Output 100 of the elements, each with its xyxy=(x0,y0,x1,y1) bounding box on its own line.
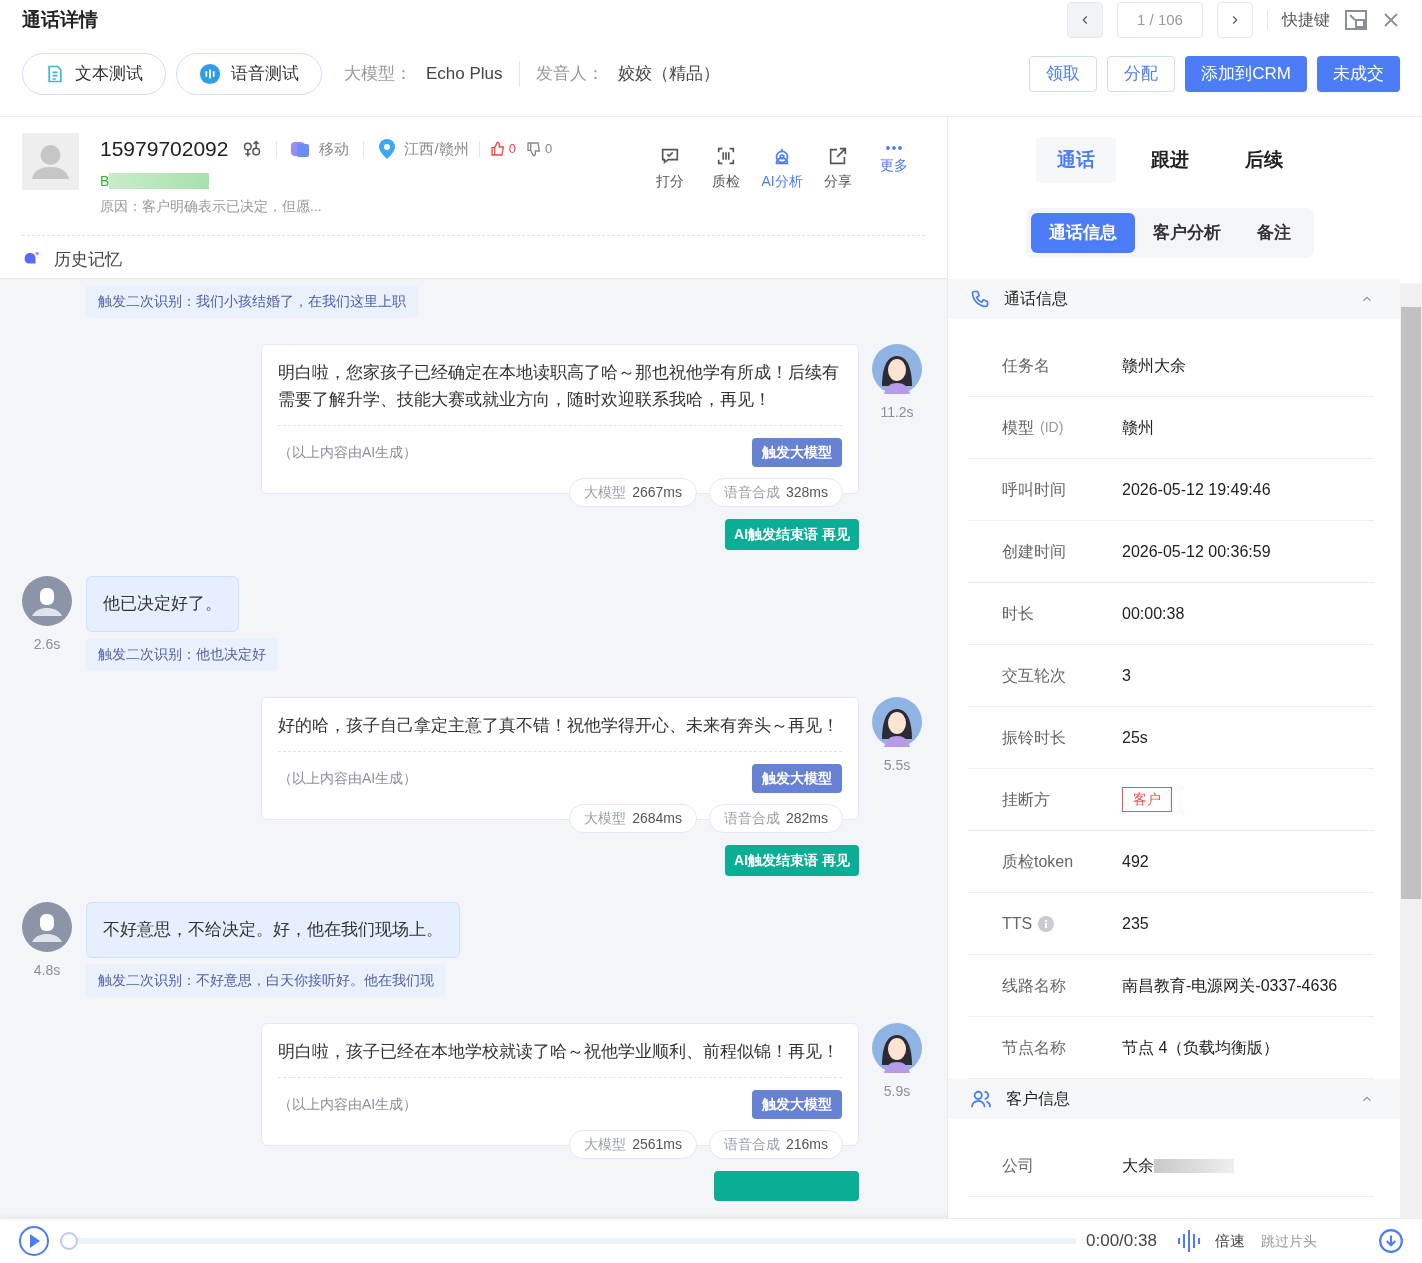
latency-value: 2684ms xyxy=(632,809,682,828)
close-icon[interactable] xyxy=(1382,11,1400,29)
progress-handle[interactable] xyxy=(60,1232,78,1250)
user-message-bubble: 他已决定好了。 xyxy=(86,576,239,632)
play-icon[interactable] xyxy=(18,1225,50,1257)
page-counter: 1 / 106 xyxy=(1117,2,1203,38)
scrollbar[interactable] xyxy=(1400,283,1422,1218)
segment-tab[interactable]: 通话信息 xyxy=(1031,213,1135,253)
segment-tab[interactable]: 备注 xyxy=(1239,213,1309,253)
window-resize-icon[interactable] xyxy=(1344,9,1368,31)
contact-avatar-icon xyxy=(22,133,79,190)
ai-generated-note: （以上内容由AI生成） xyxy=(278,1095,418,1114)
toolbar-button[interactable]: AI分析 xyxy=(761,145,803,217)
field-label: 质检token xyxy=(1002,851,1074,872)
field-value: 赣州 xyxy=(1122,417,1154,438)
thumbs-down-icon[interactable] xyxy=(525,140,542,157)
toolbar-button[interactable]: 打分 xyxy=(649,145,691,217)
user-avatar-icon xyxy=(22,576,72,626)
meta-label: 发音人： xyxy=(535,63,604,86)
latency-label: 大模型 xyxy=(584,1135,627,1154)
grade-label: B xyxy=(100,171,110,191)
phone-icon xyxy=(970,289,990,309)
latency-value: 216ms xyxy=(785,1135,828,1154)
recognition-tag: 触发二次识别：我们小孩结婚了，在我们这里上职 xyxy=(86,285,418,318)
latency-label: 大模型 xyxy=(584,809,627,828)
window-title: 通话详情 xyxy=(22,7,98,32)
field-value: 南昌教育-电源网关-0337-4636 xyxy=(1122,975,1338,996)
end-phrase-tag: AI触发结束语 再见 xyxy=(725,845,859,876)
section-header[interactable]: 客户信息 xyxy=(948,1079,1400,1119)
document-icon xyxy=(45,64,65,84)
section-title: 通话信息 xyxy=(1004,289,1068,309)
recognition-tag: 触发二次识别：不好意思，白天你接听好。他在我们现 xyxy=(86,964,446,997)
section-header[interactable]: 通话信息 xyxy=(948,279,1400,319)
field-value: 赣州大余 xyxy=(1122,355,1186,376)
field-label: 挂断方 xyxy=(1002,789,1050,810)
speed-button[interactable]: 倍速 xyxy=(1214,1229,1245,1253)
reason-text: 原因：客户明确表示已决定，但愿... xyxy=(100,196,323,216)
woman-avatar-icon xyxy=(872,697,922,747)
hangup-tag: 客户 xyxy=(1122,787,1172,812)
trigger-tag: 触发大模型 xyxy=(752,1090,842,1119)
field-label: 线路名称 xyxy=(1002,975,1066,996)
meta-value: Echo Plus xyxy=(426,63,503,86)
field-value: 节点 4（负载均衡版） xyxy=(1122,1037,1280,1058)
latency-label: 语音合成 xyxy=(723,483,780,502)
latency-value: 328ms xyxy=(785,483,828,502)
meta-value: 姣姣（精品） xyxy=(617,63,720,86)
latency-value: 2667ms xyxy=(632,483,682,502)
woman-avatar-icon xyxy=(872,344,922,394)
shortcut-link[interactable]: 快捷键 xyxy=(1282,8,1330,32)
action-button[interactable]: 分配 xyxy=(1107,56,1176,92)
action-button[interactable]: 未成交 xyxy=(1317,56,1400,92)
user-message-bubble: 不好意思，不给决定。好，他在我们现场上。 xyxy=(86,902,460,958)
toolbar-button[interactable]: 分享 xyxy=(817,145,859,217)
field-value: 2026-05-12 19:49:46 xyxy=(1122,479,1271,500)
toolbar-button[interactable]: 更多 xyxy=(873,145,915,217)
phone-number: 15979702092 xyxy=(100,136,229,162)
waveform-icon[interactable] xyxy=(1176,1230,1203,1252)
latency-value: 282ms xyxy=(785,809,828,828)
scan-icon xyxy=(715,145,737,167)
meta-label: 大模型： xyxy=(344,63,412,86)
field-value: 235 xyxy=(1122,913,1149,934)
trigger-tag: 触发大模型 xyxy=(752,764,842,793)
history-memory-label: 历史记忆 xyxy=(54,248,122,271)
users-icon xyxy=(970,1089,992,1109)
field-value: 00:00:38 xyxy=(1122,603,1185,624)
end-phrase-tag: AI触发结束语 再见 xyxy=(725,519,859,550)
latency-value: 2561ms xyxy=(632,1135,682,1154)
like-count: 0 xyxy=(508,140,516,158)
field-label: 公司 xyxy=(1002,1155,1034,1176)
action-button[interactable]: 领取 xyxy=(1029,56,1098,92)
toolbar-button[interactable]: 质检 xyxy=(705,145,747,217)
info-icon[interactable] xyxy=(1038,915,1055,932)
field-label: 时长 xyxy=(1002,603,1034,624)
bot-message-text: 好的哈，孩子自己拿定主意了真不错！祝他学得开心、未来有奔头～再见！ xyxy=(278,715,840,737)
latency-label: 语音合成 xyxy=(723,1135,780,1154)
download-icon[interactable] xyxy=(1378,1228,1404,1254)
next-button[interactable] xyxy=(1217,2,1253,38)
panel-tab[interactable]: 跟进 xyxy=(1130,137,1210,183)
field-label: 任务名 xyxy=(1002,355,1050,376)
ai-generated-note: （以上内容由AI生成） xyxy=(278,443,418,462)
field-label: 振铃时长 xyxy=(1002,727,1066,748)
field-label: 节点名称 xyxy=(1002,1037,1066,1058)
section-title: 客户信息 xyxy=(1006,1089,1070,1109)
latency-label: 语音合成 xyxy=(723,809,780,828)
carrier-label: 移动 xyxy=(319,138,350,159)
action-button[interactable]: 添加到CRM xyxy=(1185,56,1307,92)
user-avatar-icon xyxy=(22,902,72,952)
segment-tab[interactable]: 客户分析 xyxy=(1135,213,1239,253)
recognition-tag: 触发二次识别：他也决定好 xyxy=(86,638,278,671)
ai-generated-note: （以上内容由AI生成） xyxy=(278,769,418,788)
field-label: 创建时间 xyxy=(1002,541,1066,562)
more-icon xyxy=(883,145,905,151)
field-label: 呼叫时间 xyxy=(1002,479,1066,500)
panel-tab[interactable]: 通话 xyxy=(1036,137,1116,183)
duration-label: 5.5s xyxy=(883,756,911,775)
thumbs-up-icon[interactable] xyxy=(489,140,506,157)
field-value: 25s xyxy=(1122,727,1148,748)
voice-icon xyxy=(199,63,221,85)
panel-tab[interactable]: 后续 xyxy=(1224,137,1304,183)
field-value: 492 xyxy=(1122,851,1149,872)
